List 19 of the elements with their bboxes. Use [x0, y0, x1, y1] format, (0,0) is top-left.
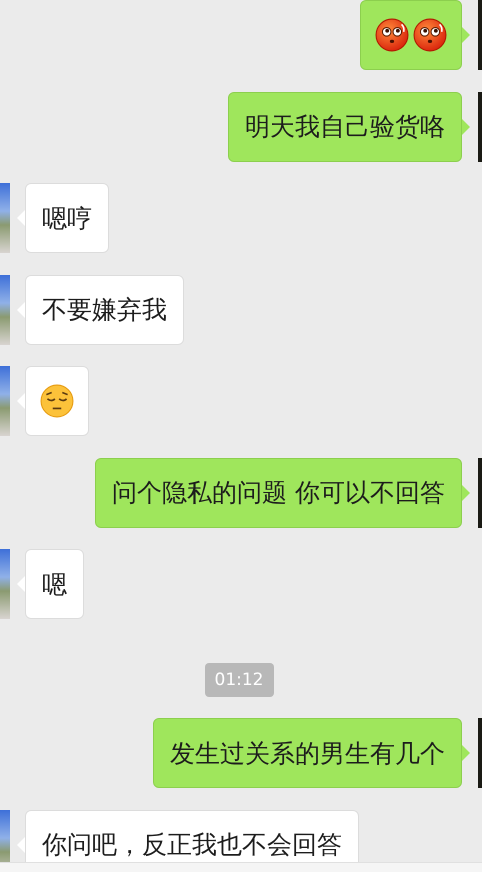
message-bubble: 不要嫌弃我: [25, 274, 184, 344]
flushed-face-icon: [375, 18, 409, 52]
bubble-tail: [462, 484, 470, 500]
avatar-photo-placeholder[interactable]: [0, 183, 10, 253]
message-bubble: 嗯: [25, 549, 84, 619]
message-bubble: 问个隐私的问题 你可以不回答: [95, 458, 462, 528]
pensive-face-icon: [40, 384, 74, 418]
timestamp: 01:12: [204, 662, 274, 696]
bubble-tail: [462, 745, 470, 761]
flushed-face-icon: [413, 18, 447, 52]
avatar-photo-placeholder[interactable]: [0, 366, 10, 436]
bubble-tail: [462, 118, 470, 134]
avatar-photo-placeholder[interactable]: [0, 274, 10, 344]
avatar-photo-placeholder[interactable]: [0, 549, 10, 619]
message-bubble: 发生过关系的男生有几个: [153, 718, 462, 788]
message-bubble: 明天我自己验货咯: [228, 92, 462, 162]
message-bubble: 你问吧，反正我也不会回答: [25, 810, 359, 862]
avatar-photo-placeholder[interactable]: [0, 810, 10, 862]
message-bubble: 嗯哼: [25, 183, 109, 253]
